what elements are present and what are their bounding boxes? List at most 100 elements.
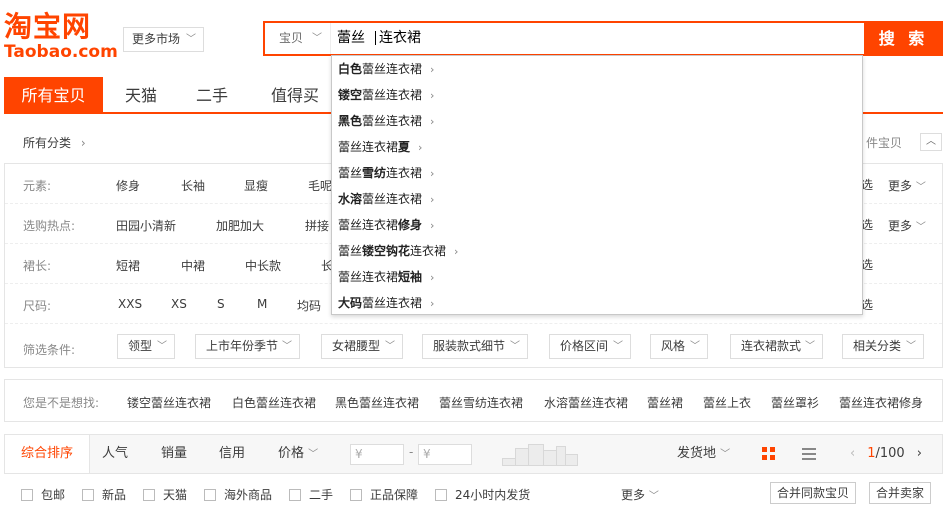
filter-season-dropdown[interactable]: 上市年份季节 ﹀ xyxy=(195,334,300,359)
price-bar[interactable] xyxy=(528,444,544,466)
price-distribution-chart[interactable] xyxy=(502,444,578,466)
logo-cn[interactable]: 淘宝网 xyxy=(4,12,91,42)
sort-credit[interactable]: 信用 xyxy=(219,435,245,473)
related-search-link[interactable]: 镂空蕾丝连衣裙 xyxy=(127,394,211,411)
filter-option[interactable]: M xyxy=(257,297,267,311)
chevron-right-icon: › xyxy=(454,245,459,258)
merge-sellers-button[interactable]: 合并卖家 xyxy=(869,482,932,504)
suggestion-item[interactable]: 大码蕾丝连衣裙 › xyxy=(338,290,434,316)
suggestion-item[interactable]: 蕾丝镂空钩花连衣裙 › xyxy=(338,238,458,264)
price-min-input[interactable]: ¥ xyxy=(350,444,404,465)
breadcrumb-all-categories[interactable]: 所有分类 xyxy=(23,136,71,150)
checkbox-box[interactable] xyxy=(435,489,447,501)
filter-price-range-dropdown[interactable]: 价格区间 ﹀ xyxy=(549,334,631,359)
merge-same-items-button[interactable]: 合并同款宝贝 xyxy=(770,482,857,504)
filter-waist-dropdown[interactable]: 女裙腰型 ﹀ xyxy=(321,334,403,359)
suggestion-item[interactable]: 水溶蕾丝连衣裙 › xyxy=(338,186,434,212)
list-view-icon[interactable] xyxy=(802,448,816,460)
search-query-part2: 连衣裙 xyxy=(379,30,421,46)
checkbox-free-shipping[interactable]: 包邮 xyxy=(21,486,65,503)
checkbox-tmall[interactable]: 天猫 xyxy=(143,486,187,503)
filter-option[interactable]: 显瘦 xyxy=(244,177,268,194)
price-bar[interactable] xyxy=(543,450,557,466)
price-bar[interactable] xyxy=(515,448,529,466)
suggestion-item[interactable]: 镂空蕾丝连衣裙 › xyxy=(338,82,434,108)
more-options-button[interactable]: 更多 ﹀ xyxy=(888,177,926,194)
filter-category-dropdown[interactable]: 相关分类 ﹀ xyxy=(842,334,924,359)
more-options-button[interactable]: 更多 ﹀ xyxy=(888,217,926,234)
sort-popularity[interactable]: 人气 xyxy=(102,435,128,473)
more-label: 更多 xyxy=(621,488,646,502)
filter-option[interactable]: S xyxy=(217,297,225,311)
chevron-down-icon: ﹀ xyxy=(720,449,731,460)
search-button[interactable]: 搜 索 xyxy=(864,21,943,56)
logo-en[interactable]: Taobao.com xyxy=(4,42,118,62)
price-bar[interactable] xyxy=(502,458,516,466)
search-input[interactable]: 蕾丝 连衣裙 xyxy=(337,23,421,54)
suggestion-item[interactable]: 蕾丝连衣裙修身 › xyxy=(338,212,434,238)
related-search-link[interactable]: 蕾丝雪纺连衣裙 xyxy=(439,394,523,411)
next-page-icon[interactable]: › xyxy=(917,446,922,461)
checkbox-new[interactable]: 新品 xyxy=(82,486,126,503)
checkbox-box[interactable] xyxy=(143,489,155,501)
chevron-down-icon: ﹀ xyxy=(805,341,815,352)
related-search-link[interactable]: 白色蕾丝连衣裙 xyxy=(232,394,316,411)
filter-option[interactable]: 拼接 xyxy=(305,217,329,234)
related-search-link[interactable]: 水溶蕾丝连衣裙 xyxy=(544,394,628,411)
filter-option[interactable]: XXS xyxy=(118,297,142,311)
checkbox-box[interactable] xyxy=(21,489,33,501)
related-search-link[interactable]: 蕾丝连衣裙修身 xyxy=(839,394,923,411)
suggestion-item[interactable]: 黑色蕾丝连衣裙 › xyxy=(338,108,434,134)
grid-view-icon[interactable] xyxy=(762,447,776,461)
suggestion-item[interactable]: 白色蕾丝连衣裙 › xyxy=(338,56,434,82)
sort-price[interactable]: 价格 ﹀ xyxy=(278,435,318,473)
checkbox-box[interactable] xyxy=(82,489,94,501)
related-search-link[interactable]: 黑色蕾丝连衣裙 xyxy=(335,394,419,411)
filter-option[interactable]: XS xyxy=(171,297,187,311)
more-quick-filters[interactable]: 更多 ﹀ xyxy=(621,486,659,503)
checkbox-box[interactable] xyxy=(289,489,301,501)
collapse-filters-button[interactable]: ︿ xyxy=(920,133,942,151)
breadcrumb[interactable]: 所有分类 › xyxy=(23,134,86,151)
related-search-link[interactable]: 蕾丝裙 xyxy=(647,394,683,411)
filter-option[interactable]: 长袖 xyxy=(181,177,205,194)
suggestion-item[interactable]: 蕾丝连衣裙夏 › xyxy=(338,134,422,160)
search-scope-select[interactable]: 宝贝 ﹀ xyxy=(265,23,331,54)
sort-bar: 综合排序 人气 销量 信用 价格 ﹀ ¥ - ¥ 发货地 ﹀ ‹ 1/100 › xyxy=(4,434,943,474)
search-box[interactable]: 宝贝 ﹀ 蕾丝 连衣裙 xyxy=(263,21,864,56)
sort-default[interactable]: 综合排序 xyxy=(5,435,91,473)
suggestion-item[interactable]: 蕾丝连衣裙短袖 › xyxy=(338,264,434,290)
tab-tmall[interactable]: 天猫 xyxy=(108,77,174,114)
related-search-link[interactable]: 蕾丝上衣 xyxy=(703,394,751,411)
filter-option[interactable]: 中长款 xyxy=(245,257,281,274)
checkbox-box[interactable] xyxy=(204,489,216,501)
checkbox-second-hand[interactable]: 二手 xyxy=(289,486,333,503)
sort-sales[interactable]: 销量 xyxy=(161,435,187,473)
filter-option[interactable]: 田园小清新 xyxy=(116,217,176,234)
filter-option[interactable]: 加肥加大 xyxy=(216,217,264,234)
filter-option[interactable]: 毛呢 xyxy=(308,177,332,194)
filter-option[interactable]: 短裙 xyxy=(116,257,140,274)
search-scope-label: 宝贝 xyxy=(279,31,304,45)
ship-from-dropdown[interactable]: 发货地 ﹀ xyxy=(677,435,730,473)
filter-style-dropdown[interactable]: 风格 ﹀ xyxy=(650,334,708,359)
price-bar[interactable] xyxy=(565,454,578,466)
checkbox-overseas[interactable]: 海外商品 xyxy=(204,486,272,503)
tab-all-items[interactable]: 所有宝贝 xyxy=(4,77,103,114)
tab-worth-buying[interactable]: 值得买 xyxy=(257,77,333,114)
checkbox-box[interactable] xyxy=(350,489,362,501)
price-max-input[interactable]: ¥ xyxy=(418,444,472,465)
more-markets-dropdown[interactable]: 更多市场 ﹀ xyxy=(123,27,204,52)
prev-page-icon[interactable]: ‹ xyxy=(850,446,855,461)
checkbox-24h-ship[interactable]: 24小时内发货 xyxy=(435,486,530,503)
filter-option[interactable]: 中裙 xyxy=(181,257,205,274)
tab-second-hand[interactable]: 二手 xyxy=(179,77,245,114)
filter-dress-style-dropdown[interactable]: 连衣裙款式 ﹀ xyxy=(730,334,823,359)
related-search-link[interactable]: 蕾丝罩衫 xyxy=(771,394,819,411)
checkbox-genuine[interactable]: 正品保障 xyxy=(350,486,418,503)
filter-option[interactable]: 修身 xyxy=(116,177,140,194)
suggestion-item[interactable]: 蕾丝雪纺连衣裙 › xyxy=(338,160,434,186)
filter-collar-dropdown[interactable]: 领型 ﹀ xyxy=(117,334,175,359)
filter-option[interactable]: 均码 xyxy=(297,297,321,314)
filter-style-detail-dropdown[interactable]: 服装款式细节 ﹀ xyxy=(422,334,528,359)
